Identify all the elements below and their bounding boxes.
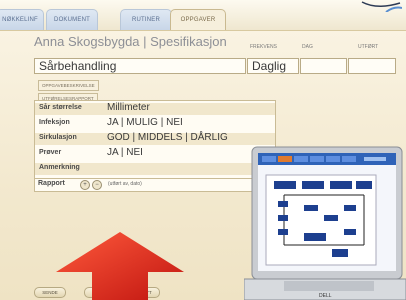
task-name: Sårbehandling — [39, 59, 117, 73]
remove-report-icon[interactable]: − — [92, 180, 102, 190]
page-title: Anna Skogsbygda | Spesifikasjon — [34, 34, 227, 49]
red-arrow-icon — [56, 232, 184, 300]
row-label: Prøver — [39, 149, 62, 156]
tab-dokument[interactable]: DOKUMENT — [46, 9, 98, 30]
table-row: Anmerkning — [35, 163, 275, 175]
tab-oppgaver[interactable]: OPPGAVER — [170, 9, 226, 30]
svg-text:DELL: DELL — [319, 293, 332, 299]
row-label: Sirkulasjon — [39, 134, 77, 141]
row-value[interactable]: JA | MULIG | NEI — [107, 117, 183, 128]
row-value[interactable]: Millimeter — [107, 102, 150, 113]
tab-rutiner[interactable]: RUTINER — [120, 9, 172, 30]
chip-description[interactable]: OPPGAVEBESKRIVELSE — [38, 80, 99, 91]
frequency-field[interactable]: Daglig — [247, 58, 299, 74]
done-label: UTFØRT — [358, 44, 379, 50]
table-row: Sår størrelse Millimeter — [35, 102, 275, 115]
row-value[interactable]: GOD | MIDDELS | DÅRLIG — [107, 132, 228, 143]
tab-bar: NØKKELINF DOKUMENT RUTINER OPPGAVER — [0, 0, 406, 31]
table-row: Infeksjon JA | MULIG | NEI — [35, 117, 275, 130]
corner-decoration-icon — [361, 1, 402, 12]
done-field[interactable] — [348, 58, 396, 74]
rapport-label: Rapport — [38, 180, 65, 187]
row-label: Anmerkning — [39, 164, 80, 171]
row-label: Sår størrelse — [39, 104, 82, 111]
table-row: Prøver JA | NEI — [35, 147, 275, 160]
laptop-image-icon: DELL — [244, 146, 406, 300]
table-row: Sirkulasjon GOD | MIDDELS | DÅRLIG — [35, 132, 275, 145]
day-label: DAG — [302, 44, 313, 50]
rapport-note: (utført av, dato) — [108, 181, 142, 187]
frequency-value: Daglig — [252, 59, 287, 73]
task-name-field[interactable]: Sårbehandling — [34, 58, 246, 74]
row-value[interactable]: JA | NEI — [107, 147, 143, 158]
add-report-icon[interactable]: + — [80, 180, 90, 190]
row-label: Infeksjon — [39, 119, 70, 126]
app-window: NØKKELINF DOKUMENT RUTINER OPPGAVER Anna… — [0, 0, 406, 300]
day-field[interactable] — [300, 58, 347, 74]
frequency-label: FREKVENS — [250, 44, 277, 50]
rapport-row: Rapport + − (utført av, dato) — [34, 178, 274, 191]
tab-nokkelinf[interactable]: NØKKELINF — [0, 9, 44, 30]
